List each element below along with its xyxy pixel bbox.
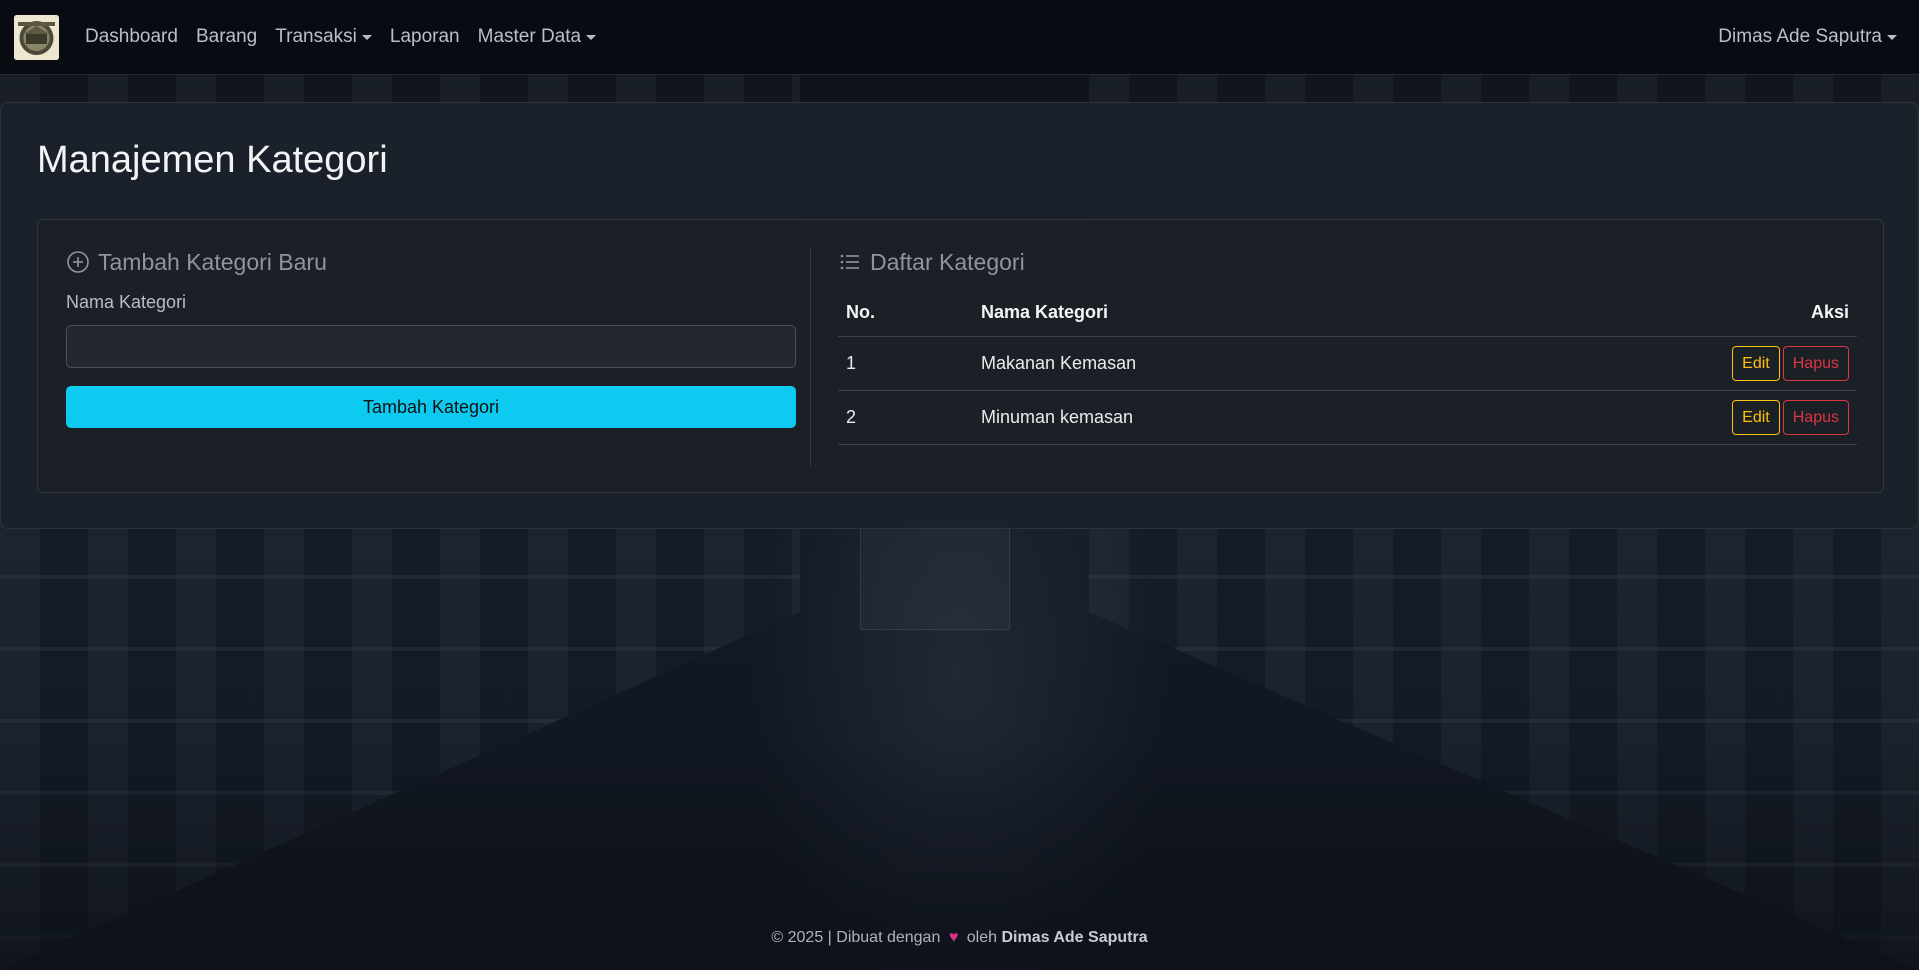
page-footer: © 2025 | Dibuat dengan ♥ oleh Dimas Ade … (0, 929, 1919, 947)
page-title: Manajemen Kategori (37, 139, 388, 181)
category-management-card: Manajemen Kategori Tambah Kategori Baru … (0, 102, 1919, 529)
category-list-heading: Daftar Kategori (838, 248, 1857, 276)
nav-transaksi-label: Transaksi (275, 26, 357, 47)
edit-button[interactable]: Edit (1732, 345, 1780, 381)
caret-down-icon (361, 34, 372, 40)
add-category-title: Tambah Kategori Baru (98, 248, 327, 275)
nav-laporan[interactable]: Laporan (390, 26, 460, 48)
category-name-label: Nama Kategori (66, 292, 187, 312)
category-name-input[interactable] (66, 325, 796, 368)
row-category-name: Minuman kemasan (973, 390, 1471, 445)
footer-author: Dimas Ade Saputra (1001, 929, 1148, 946)
category-list-section: Daftar Kategori No. Nama Kategori Aksi 1… (838, 248, 1857, 466)
footer-by: oleh (966, 929, 998, 946)
delete-button[interactable]: Hapus (1782, 345, 1849, 381)
nav-laporan-label: Laporan (389, 26, 460, 47)
row-number: 2 (838, 390, 973, 445)
user-name: Dimas Ade Saputra (1718, 26, 1882, 47)
category-panel: Tambah Kategori Baru Nama Kategori Tamba… (37, 219, 1884, 493)
heart-icon: ♥ (948, 929, 959, 946)
row-actions: Edit Hapus (1470, 390, 1857, 445)
nav-master-data-label: Master Data (477, 26, 582, 47)
column-divider (810, 248, 811, 466)
add-category-button[interactable]: Tambah Kategori (66, 386, 796, 428)
nav-barang[interactable]: Barang (196, 26, 257, 48)
user-menu-dropdown[interactable]: Dimas Ade Saputra (1718, 26, 1897, 48)
edit-button[interactable]: Edit (1732, 399, 1780, 435)
table-row: 1 Makanan Kemasan Edit Hapus (838, 336, 1857, 391)
plus-circle-icon (67, 251, 89, 273)
delete-button[interactable]: Hapus (1782, 399, 1849, 435)
nav-transaksi-dropdown[interactable]: Transaksi (275, 26, 372, 48)
row-category-name: Makanan Kemasan (973, 336, 1471, 391)
footer-copyright: © 2025 | Dibuat dengan (771, 929, 941, 946)
nav-master-data-dropdown[interactable]: Master Data (477, 26, 597, 48)
nav-dashboard[interactable]: Dashboard (85, 26, 178, 48)
row-actions: Edit Hapus (1470, 336, 1857, 391)
category-list-title: Daftar Kategori (870, 248, 1025, 275)
caret-down-icon (586, 34, 597, 40)
background-back-wall (860, 520, 1010, 630)
column-header-actions: Aksi (1470, 290, 1857, 337)
list-icon (840, 254, 859, 270)
nav-menu: Dashboard Barang Transaksi Laporan Maste… (85, 26, 597, 48)
caret-down-icon (1887, 34, 1897, 40)
category-table: No. Nama Kategori Aksi 1 Makanan Kemasan… (838, 290, 1857, 445)
warehouse-logo-icon (14, 15, 59, 60)
row-number: 1 (838, 336, 973, 391)
nav-barang-label: Barang (195, 26, 258, 47)
add-category-heading: Tambah Kategori Baru (66, 248, 796, 276)
add-category-section: Tambah Kategori Baru Nama Kategori Tamba… (66, 248, 796, 466)
brand-logo[interactable] (14, 15, 59, 60)
table-row: 2 Minuman kemasan Edit Hapus (838, 390, 1857, 445)
column-header-no: No. (838, 290, 973, 337)
table-header-row: No. Nama Kategori Aksi (838, 290, 1857, 337)
nav-dashboard-label: Dashboard (85, 26, 178, 47)
column-header-name: Nama Kategori (973, 290, 1471, 337)
top-navbar: Dashboard Barang Transaksi Laporan Maste… (0, 0, 1919, 75)
